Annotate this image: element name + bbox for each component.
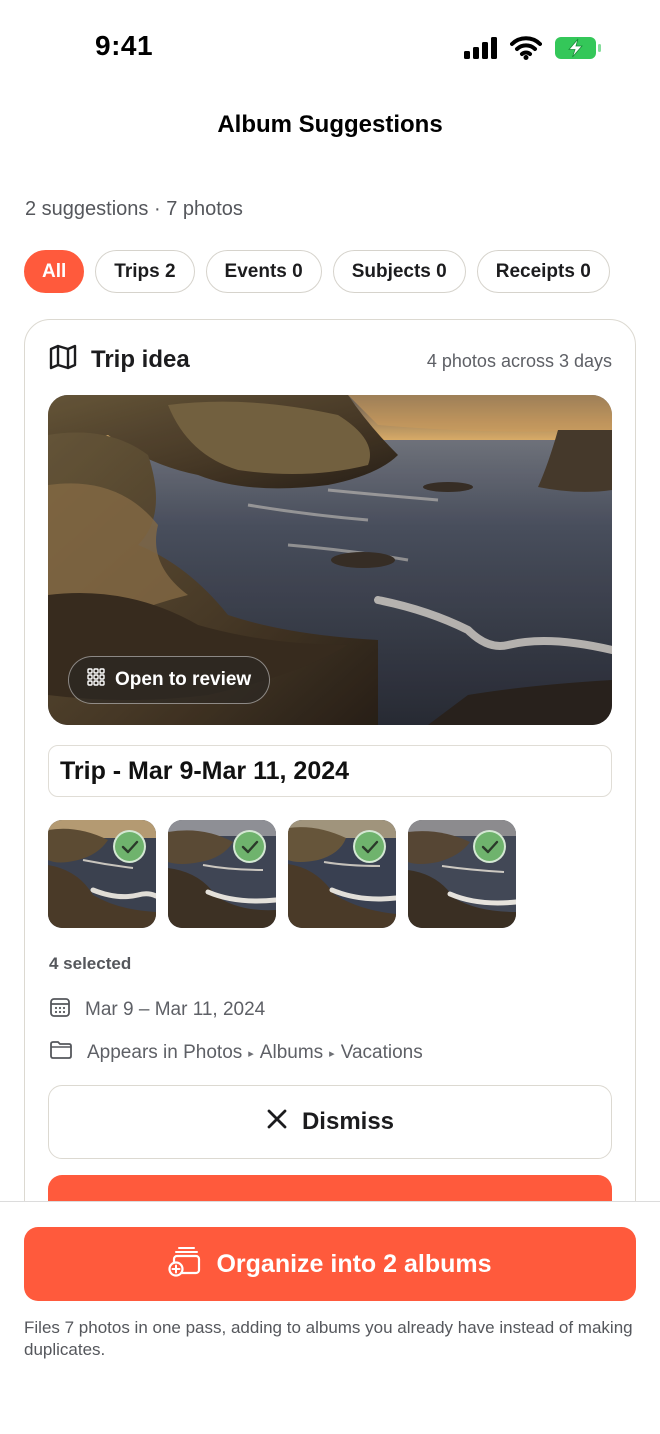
chevron-right-icon: ▸ [248, 1048, 254, 1060]
photo-thumbnails [48, 820, 516, 928]
album-path-row: Appears in Photos ▸ Albums ▸ Vacations [49, 1040, 423, 1066]
path-middle: Albums [259, 1042, 324, 1063]
selected-check-icon[interactable] [353, 830, 386, 863]
filter-chip-receipts[interactable]: Receipts 0 [476, 250, 610, 293]
filter-chip-events[interactable]: Events 0 [205, 250, 322, 293]
card-title: Trip idea [91, 345, 190, 373]
add-album-icon [168, 1245, 202, 1284]
page-title: Album Suggestions [217, 111, 443, 138]
suggestions-summary: 2 suggestions · 7 photos [25, 198, 243, 220]
filter-chip-trips[interactable]: Trips 2 [95, 250, 195, 293]
status-bar: 9:41 [0, 0, 660, 96]
trip-suggestion-card: Trip idea 4 photos across 3 days Open to… [24, 319, 636, 1239]
close-icon [266, 1108, 288, 1137]
calendar-icon [49, 996, 71, 1024]
photo-thumbnail[interactable] [48, 820, 156, 928]
date-range: Mar 9 – Mar 11, 2024 [85, 999, 266, 1020]
path-prefix: Appears in Photos [87, 1042, 243, 1063]
bottom-action-bar: Organize into 2 albums Files 7 photos in… [0, 1201, 660, 1434]
card-header: Trip idea [49, 344, 190, 375]
filter-chip-subjects[interactable]: Subjects 0 [332, 250, 466, 293]
cellular-signal-icon [464, 37, 498, 64]
dismiss-button[interactable]: Dismiss [48, 1085, 612, 1159]
photo-thumbnail[interactable] [168, 820, 276, 928]
path-last: Vacations [340, 1042, 423, 1063]
filter-chips: All Trips 2 Events 0 Subjects 0 Receipts… [24, 250, 610, 293]
selected-check-icon[interactable] [233, 830, 266, 863]
open-to-review-label: Open to review [115, 669, 252, 690]
date-range-row: Mar 9 – Mar 11, 2024 [49, 996, 265, 1024]
organize-footnote: Files 7 photos in one pass, adding to al… [24, 1318, 633, 1359]
dismiss-label: Dismiss [301, 1108, 395, 1135]
grid-icon [87, 668, 105, 692]
photo-thumbnail[interactable] [408, 820, 516, 928]
hero-photo[interactable]: Open to review [48, 395, 612, 725]
photo-thumbnail[interactable] [288, 820, 396, 928]
folder-icon [49, 1040, 73, 1066]
status-icons [464, 36, 602, 65]
map-icon [49, 344, 77, 375]
album-name-input[interactable]: Trip - Mar 9-Mar 11, 2024 [48, 745, 612, 797]
chevron-right-icon: ▸ [329, 1048, 335, 1060]
card-meta: 4 photos across 3 days [426, 351, 612, 371]
selected-check-icon[interactable] [473, 830, 506, 863]
open-to-review-button[interactable]: Open to review [68, 656, 271, 704]
filter-chip-all[interactable]: All [24, 250, 85, 293]
selected-count: 4 selected [49, 954, 132, 973]
organize-label: Organize into 2 albums [216, 1249, 492, 1278]
wifi-icon [510, 36, 542, 65]
selected-check-icon[interactable] [113, 830, 146, 863]
battery-charging-icon [554, 36, 602, 65]
status-time: 9:41 [95, 30, 154, 61]
organize-albums-button[interactable]: Organize into 2 albums [24, 1227, 636, 1301]
